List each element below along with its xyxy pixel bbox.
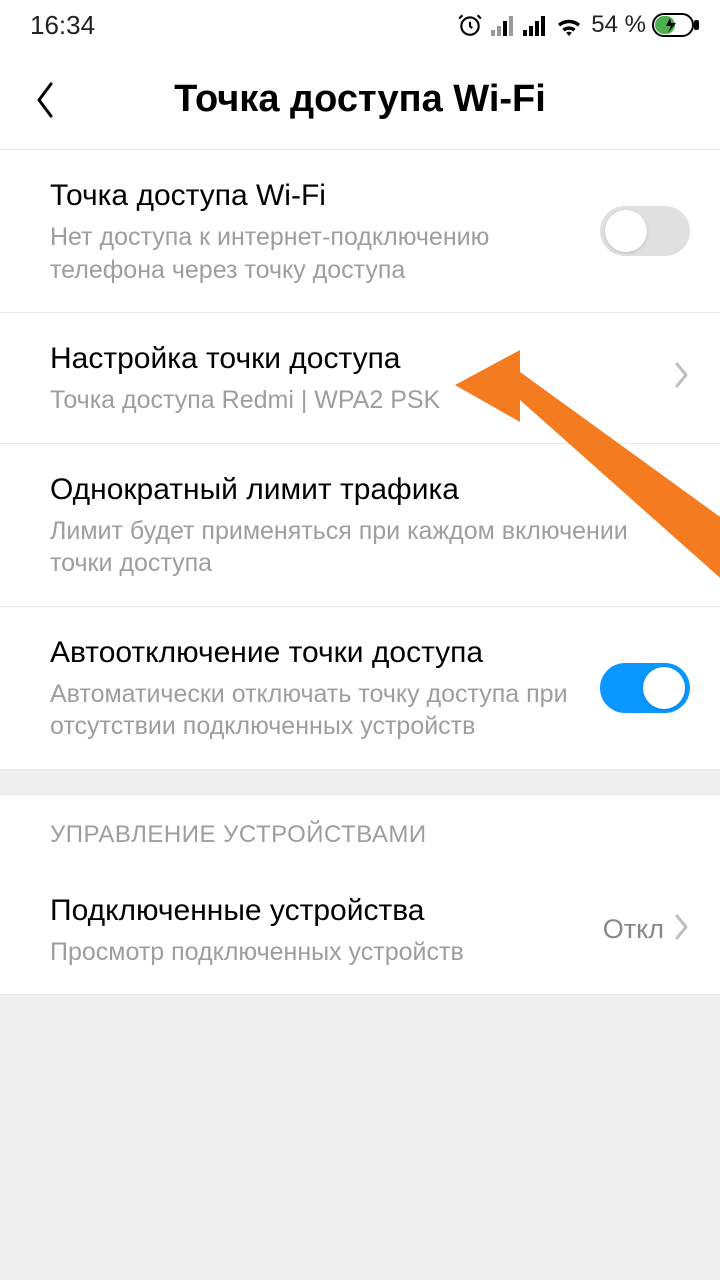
battery-icon: [652, 13, 700, 37]
item-texts: Настройка точки доступа Точка доступа Re…: [50, 339, 674, 417]
devices-title: Подключенные устройства: [50, 891, 583, 930]
header: Точка доступа Wi-Fi: [0, 50, 720, 150]
devices-list: Подключенные устройства Просмотр подключ…: [0, 865, 720, 996]
battery-text: 54 %: [591, 11, 646, 39]
traffic-limit-row[interactable]: Однократный лимит трафика Лимит будет пр…: [0, 444, 720, 607]
limit-subtitle: Лимит будет применяться при каждом включ…: [50, 515, 654, 580]
auto-off-row[interactable]: Автоотключение точки доступа Автоматичес…: [0, 607, 720, 770]
battery-indicator: 54 %: [591, 11, 700, 39]
chevron-right-icon: [674, 508, 690, 541]
devices-value: Откл: [603, 914, 664, 945]
section-header-devices: УПРАВЛЕНИЕ УСТРОЙСТВАМИ: [0, 795, 720, 865]
hotspot-toggle-row[interactable]: Точка доступа Wi-Fi Нет доступа к интерн…: [0, 150, 720, 313]
item-texts: Автоотключение точки доступа Автоматичес…: [50, 633, 600, 743]
settings-list: Точка доступа Wi-Fi Нет доступа к интерн…: [0, 150, 720, 770]
page-title: Точка доступа Wi-Fi: [70, 78, 650, 121]
chevron-right-icon: [674, 361, 690, 394]
devices-subtitle: Просмотр подключенных устройств: [50, 936, 583, 969]
hotspot-toggle[interactable]: [600, 206, 690, 256]
alarm-icon: [457, 12, 483, 38]
chevron-right-icon: [674, 913, 690, 946]
item-texts: Точка доступа Wi-Fi Нет доступа к интерн…: [50, 176, 600, 286]
setup-title: Настройка точки доступа: [50, 339, 654, 378]
setup-subtitle: Точка доступа Redmi | WPA2 PSK: [50, 384, 654, 417]
hotspot-subtitle: Нет доступа к интернет-подключению телеф…: [50, 221, 580, 286]
toggle-knob: [605, 210, 647, 252]
chevron-left-icon: [32, 80, 58, 120]
connected-devices-row[interactable]: Подключенные устройства Просмотр подключ…: [0, 865, 720, 996]
autooff-toggle[interactable]: [600, 663, 690, 713]
status-right: 54 %: [457, 11, 700, 39]
signal-icon-2: [523, 14, 547, 36]
status-bar: 16:34 54 %: [0, 0, 720, 50]
item-texts: Однократный лимит трафика Лимит будет пр…: [50, 470, 674, 580]
toggle-knob: [643, 667, 685, 709]
section-divider: [0, 770, 720, 795]
signal-icon-1: [491, 14, 515, 36]
autooff-title: Автоотключение точки доступа: [50, 633, 580, 672]
back-button[interactable]: [20, 75, 70, 125]
status-time: 16:34: [30, 10, 95, 41]
hotspot-title: Точка доступа Wi-Fi: [50, 176, 580, 215]
item-texts: Подключенные устройства Просмотр подключ…: [50, 891, 603, 969]
wifi-icon: [555, 14, 583, 36]
hotspot-setup-row[interactable]: Настройка точки доступа Точка доступа Re…: [0, 313, 720, 444]
autooff-subtitle: Автоматически отключать точку доступа пр…: [50, 678, 580, 743]
limit-title: Однократный лимит трафика: [50, 470, 654, 509]
